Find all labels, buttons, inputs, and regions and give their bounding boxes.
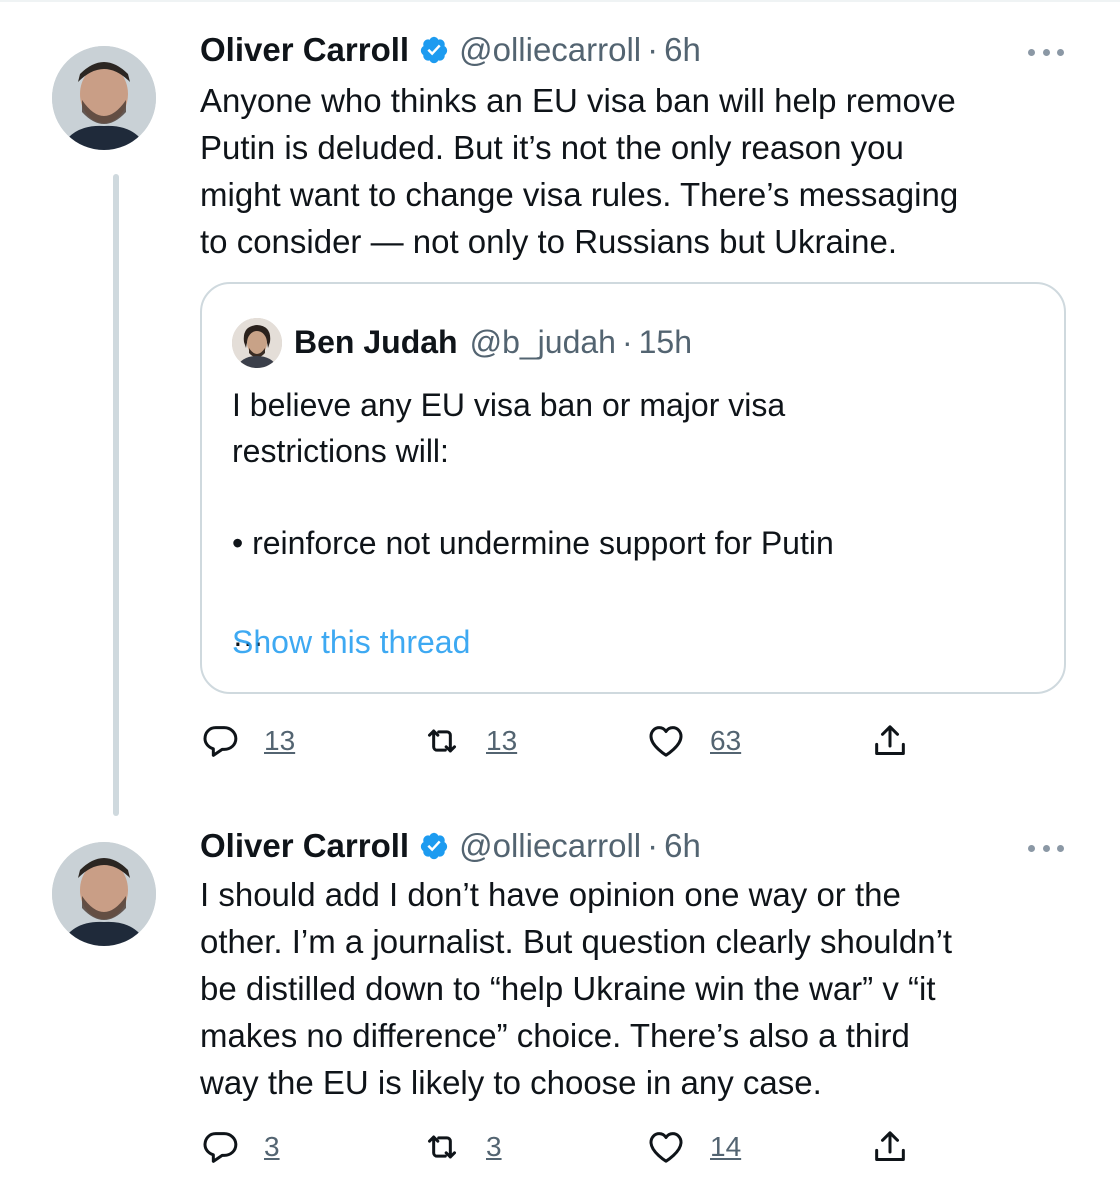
author-name[interactable]: Oliver Carroll xyxy=(200,31,409,69)
reply-button[interactable]: 13 xyxy=(200,716,295,766)
reply-icon xyxy=(203,726,238,757)
tweet-text: Anyone who thinks an EU visa ban will he… xyxy=(200,82,959,260)
author-handle[interactable]: @olliecarroll xyxy=(459,31,641,69)
quoted-author-handle[interactable]: @b_judah xyxy=(470,324,616,361)
retweet-count[interactable]: 13 xyxy=(486,725,517,757)
top-divider xyxy=(0,0,1120,2)
verified-badge-icon xyxy=(420,36,448,64)
quoted-meta-separator: · xyxy=(621,323,633,360)
quoted-tweet[interactable]: Ben Judah @b_judah · 15h I believe any E… xyxy=(200,282,1066,694)
author-name[interactable]: Oliver Carroll xyxy=(200,827,409,865)
retweet-icon xyxy=(428,1135,456,1159)
avatar[interactable] xyxy=(52,842,156,946)
reply-count[interactable]: 13 xyxy=(264,725,295,757)
quoted-text: I believe any EU visa ban or major visa … xyxy=(232,387,834,653)
avatar[interactable] xyxy=(52,46,156,150)
tweet-header: Oliver Carroll @olliecarroll · 6h xyxy=(200,30,701,70)
reply-icon xyxy=(203,1132,238,1163)
retweet-icon xyxy=(428,729,456,753)
avatar-photo xyxy=(52,842,156,946)
like-button[interactable]: 14 xyxy=(646,1122,741,1172)
like-count[interactable]: 14 xyxy=(710,1131,741,1163)
quoted-avatar[interactable] xyxy=(232,318,282,368)
verified-badge-icon xyxy=(420,832,448,860)
more-icon[interactable] xyxy=(1028,842,1064,854)
reply-button[interactable]: 3 xyxy=(200,1122,280,1172)
tweet-text: I should add I don’t have opinion one wa… xyxy=(200,876,953,1101)
share-button[interactable] xyxy=(870,1122,910,1172)
meta-separator: · xyxy=(647,31,659,68)
share-icon xyxy=(875,1131,905,1161)
thread-connector xyxy=(113,174,119,816)
timestamp[interactable]: 6h xyxy=(664,827,701,865)
like-count[interactable]: 63 xyxy=(710,725,741,757)
retweet-button[interactable]: 13 xyxy=(422,716,517,766)
reply-count[interactable]: 3 xyxy=(264,1131,280,1163)
quoted-avatar-photo xyxy=(232,318,282,368)
like-icon xyxy=(649,1132,683,1163)
share-icon xyxy=(875,725,905,755)
retweet-button[interactable]: 3 xyxy=(422,1122,502,1172)
avatar-photo xyxy=(52,46,156,150)
more-icon[interactable] xyxy=(1028,46,1064,58)
author-handle[interactable]: @olliecarroll xyxy=(459,827,641,865)
show-thread-link[interactable]: Show this thread xyxy=(232,624,470,661)
like-icon xyxy=(649,726,683,757)
tweet-actions: 3 3 14 xyxy=(200,1122,920,1172)
quoted-header: Ben Judah @b_judah · 15h xyxy=(294,322,692,362)
share-button[interactable] xyxy=(870,716,910,766)
timestamp[interactable]: 6h xyxy=(664,31,701,69)
quoted-author-name[interactable]: Ben Judah xyxy=(294,324,458,361)
quoted-timestamp[interactable]: 15h xyxy=(639,324,692,361)
tweet-actions: 13 13 63 xyxy=(200,716,920,766)
meta-separator: · xyxy=(647,827,659,864)
retweet-count[interactable]: 3 xyxy=(486,1131,502,1163)
tweet-header: Oliver Carroll @olliecarroll · 6h xyxy=(200,826,701,866)
like-button[interactable]: 63 xyxy=(646,716,741,766)
